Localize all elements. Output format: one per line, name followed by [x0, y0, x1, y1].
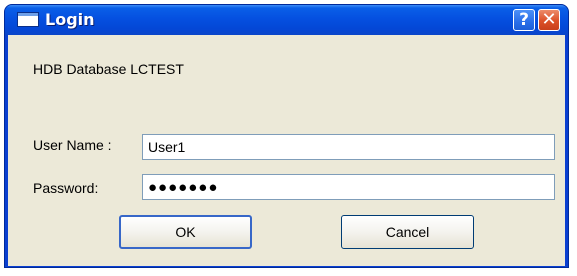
cancel-button[interactable]: Cancel	[341, 215, 474, 249]
database-label: HDB Database LCTEST	[33, 61, 184, 77]
ok-button[interactable]: OK	[119, 215, 252, 249]
help-button[interactable]: ?	[513, 9, 535, 31]
password-label: Password:	[33, 180, 99, 196]
window-icon	[17, 12, 39, 27]
password-input[interactable]	[142, 174, 555, 200]
username-label: User Name :	[33, 137, 112, 153]
title-bar[interactable]: Login ? ✕	[5, 5, 568, 35]
window-title: Login	[45, 10, 95, 29]
close-button[interactable]: ✕	[538, 9, 560, 31]
username-input[interactable]	[142, 134, 555, 160]
